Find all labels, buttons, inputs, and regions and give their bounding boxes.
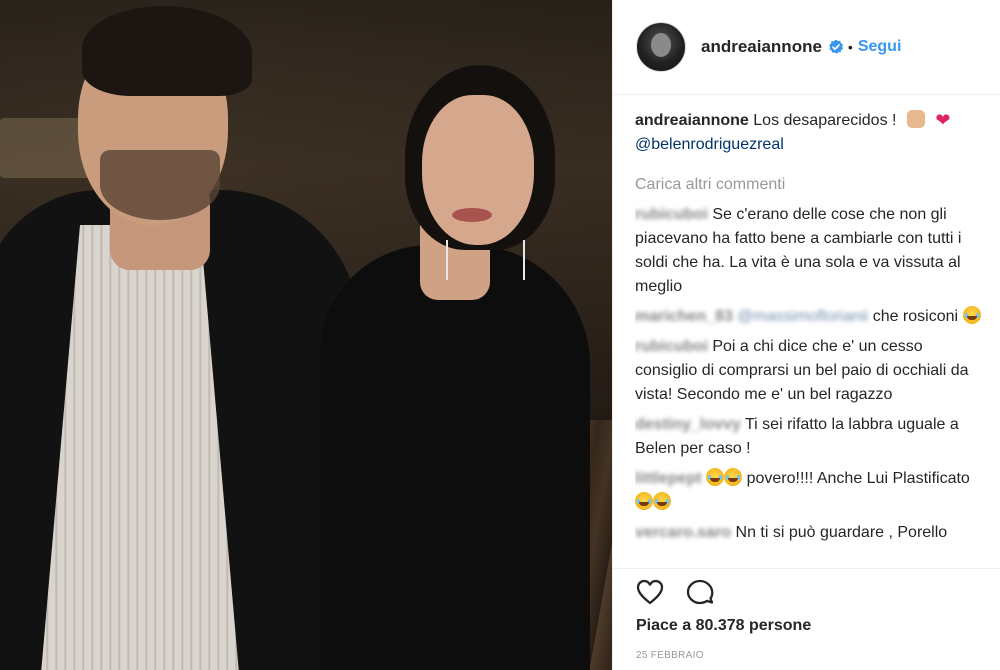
comment-username[interactable]: vercaro.saro [635,524,731,541]
woman-lips [452,208,492,222]
post-username[interactable]: andreaiannone [701,37,822,57]
clapping-hands-icon [906,110,925,128]
man-beard [100,150,220,220]
comment-item: marichen_83 @massimoflorianii che rosico… [635,305,985,329]
post-side-panel: andreaiannone • Segui andreaiannone Los … [612,0,1000,670]
comment-username[interactable]: rubicuboi [635,338,708,355]
laughing-tears-icon [706,468,725,486]
follow-button[interactable]: Segui [858,38,902,56]
laughing-tears-icon [724,468,743,486]
man-hair [82,6,252,96]
caption-mention[interactable]: @belenrodriguezreal [635,136,784,153]
comment-item: vercaro.saro Nn ti si può guardare , Por… [635,521,985,545]
earring-left [446,240,448,280]
avatar[interactable] [636,22,686,72]
comment-text: Nn ti si può guardare , Porello [735,524,948,541]
comment-mention[interactable]: @massimoflorianii [737,308,868,325]
comment-text: che rosiconi [872,308,959,325]
comment-username[interactable]: littlepept [635,470,702,487]
comment-username[interactable]: marichen_83 [635,308,733,325]
load-more-comments-link[interactable]: Carica altri commenti [635,173,985,197]
laughing-tears-icon [635,492,653,510]
red-heart-icon: ❤ [935,110,951,130]
comment-item: rubicuboi Poi a chi dice che e' un cesso… [635,335,985,407]
woman-face [422,95,534,245]
earring-right [523,240,525,280]
comment-text: povero!!!! Anche Lui Plastificato [746,470,970,487]
comment-username[interactable]: rubicuboi [635,206,708,223]
laughing-tears-icon [653,492,671,510]
likes-count[interactable]: Piace a 80.378 persone [636,617,811,635]
verified-badge-icon [829,39,843,54]
comment-item: destiny_lovvy Ti sei rifatto la labbra u… [635,413,985,461]
post-date[interactable]: 25 FEBBRAIO [636,650,704,661]
comments-list: andreaiannone Los desaparecidos ! ❤ @bel… [635,108,985,568]
post-actions-bar: Piace a 80.378 persone 25 FEBBRAIO [613,568,1000,670]
post-header: andreaiannone • Segui [613,0,1000,95]
comment-username[interactable]: destiny_lovvy [635,416,741,433]
comment-icon[interactable] [685,577,715,607]
laughing-tears-icon [962,306,981,324]
woman-jacket [320,245,590,670]
post-caption: andreaiannone Los desaparecidos ! ❤ @bel… [635,108,985,157]
header-separator: • [847,39,853,55]
comment-item: littlepept povero!!!! Anche Lui Plastifi… [635,467,985,515]
caption-username[interactable]: andreaiannone [635,112,749,129]
caption-text: Los desaparecidos ! [753,112,897,129]
comment-item: rubicuboi Se c'erano delle cose che non … [635,203,985,299]
heart-icon[interactable] [635,577,665,607]
post-photo[interactable] [0,0,612,670]
